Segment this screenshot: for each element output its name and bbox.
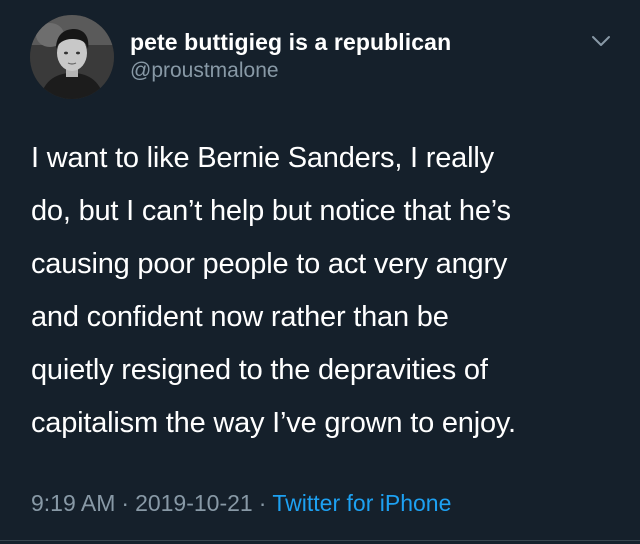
tweet-text: I want to like Bernie Sanders, I really … [31,132,621,450]
user-info: pete buttigieg is a republican @proustma… [130,28,451,84]
tweet-source-link[interactable]: Twitter for iPhone [272,490,451,516]
tweet-line: do, but I can’t help but notice that he’… [31,195,511,227]
tweet-card: pete buttigieg is a republican @proustma… [0,0,640,544]
separator: · [258,490,267,516]
tweet-time[interactable]: 9:19 AM [31,490,115,516]
profile-photo-icon [30,15,114,99]
display-name[interactable]: pete buttigieg is a republican [130,28,451,56]
tweet-line: quietly resigned to the depravities of [31,354,488,386]
tweet-line: and confident now rather than be [31,301,449,333]
tweet-line: capitalism the way I’ve grown to enjoy. [31,407,516,439]
tweet-line: causing poor people to act very angry [31,248,508,280]
user-handle[interactable]: @proustmalone [130,58,451,84]
avatar[interactable] [30,15,114,99]
chevron-down-icon[interactable] [590,34,612,48]
tweet-metadata: 9:19 AM · 2019-10-21 · Twitter for iPhone [31,488,451,518]
tweet-date[interactable]: 2019-10-21 [135,490,253,516]
separator: · [121,490,130,516]
divider [0,540,640,541]
tweet-line: I want to like Bernie Sanders, I really [31,142,494,174]
